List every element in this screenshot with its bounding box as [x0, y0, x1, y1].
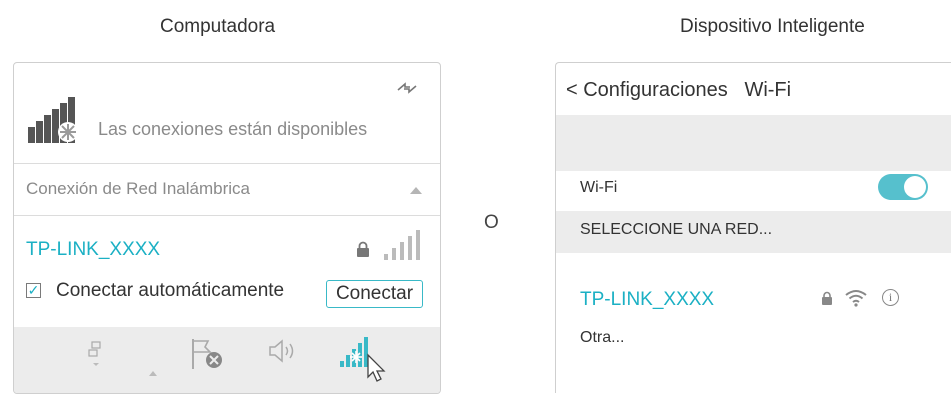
network-ssid[interactable]: TP-LINK_XXXX	[26, 239, 160, 261]
network-ssid[interactable]: TP-LINK_XXXX	[580, 289, 714, 311]
smart-device-panel: < Configuraciones Wi-Fi Wi-Fi SELECCIONE…	[555, 62, 951, 393]
taskbar	[14, 327, 440, 393]
computer-network-panel: Las conexiones están disponibles Conexió…	[13, 62, 441, 394]
gray-band	[556, 115, 951, 171]
divider	[14, 215, 440, 216]
speaker-icon[interactable]	[268, 339, 298, 363]
page-title: Wi-Fi	[744, 79, 792, 101]
divider	[14, 163, 440, 164]
wifi-toggle[interactable]	[878, 174, 928, 200]
smart-device-heading: Dispositivo Inteligente	[680, 16, 865, 37]
back-to-settings-link[interactable]: < Configuraciones Wi-Fi	[566, 79, 791, 102]
lock-icon	[357, 241, 369, 257]
auto-connect-label: Conectar automáticamente	[56, 280, 285, 301]
connect-button[interactable]: Conectar	[326, 280, 423, 308]
wifi-icon	[845, 290, 867, 307]
collapse-triangle-icon[interactable]	[410, 187, 422, 194]
network-available-icon	[28, 97, 78, 143]
network-icon[interactable]	[88, 341, 104, 367]
wireless-section-label: Conexión de Red Inalámbrica	[26, 179, 250, 198]
or-label: O	[484, 212, 499, 233]
show-hidden-icons-icon[interactable]	[148, 369, 158, 377]
back-label: < Configuraciones	[566, 79, 728, 101]
select-network-label: SELECCIONE UNA RED...	[580, 221, 773, 238]
flag-error-icon[interactable]	[190, 337, 226, 371]
auto-connect-checkbox[interactable]: ✓	[26, 283, 41, 298]
lock-icon	[822, 291, 832, 305]
signal-bars-icon	[384, 230, 420, 260]
wifi-label: Wi-Fi	[580, 179, 618, 196]
computer-heading: Computadora	[160, 16, 276, 37]
info-icon[interactable]: i	[882, 289, 899, 306]
other-network-item[interactable]: Otra...	[580, 329, 624, 347]
refresh-arrows-icon[interactable]	[396, 81, 418, 95]
toggle-knob	[904, 176, 926, 198]
connections-status-text: Las conexiones están disponibles	[98, 119, 368, 139]
